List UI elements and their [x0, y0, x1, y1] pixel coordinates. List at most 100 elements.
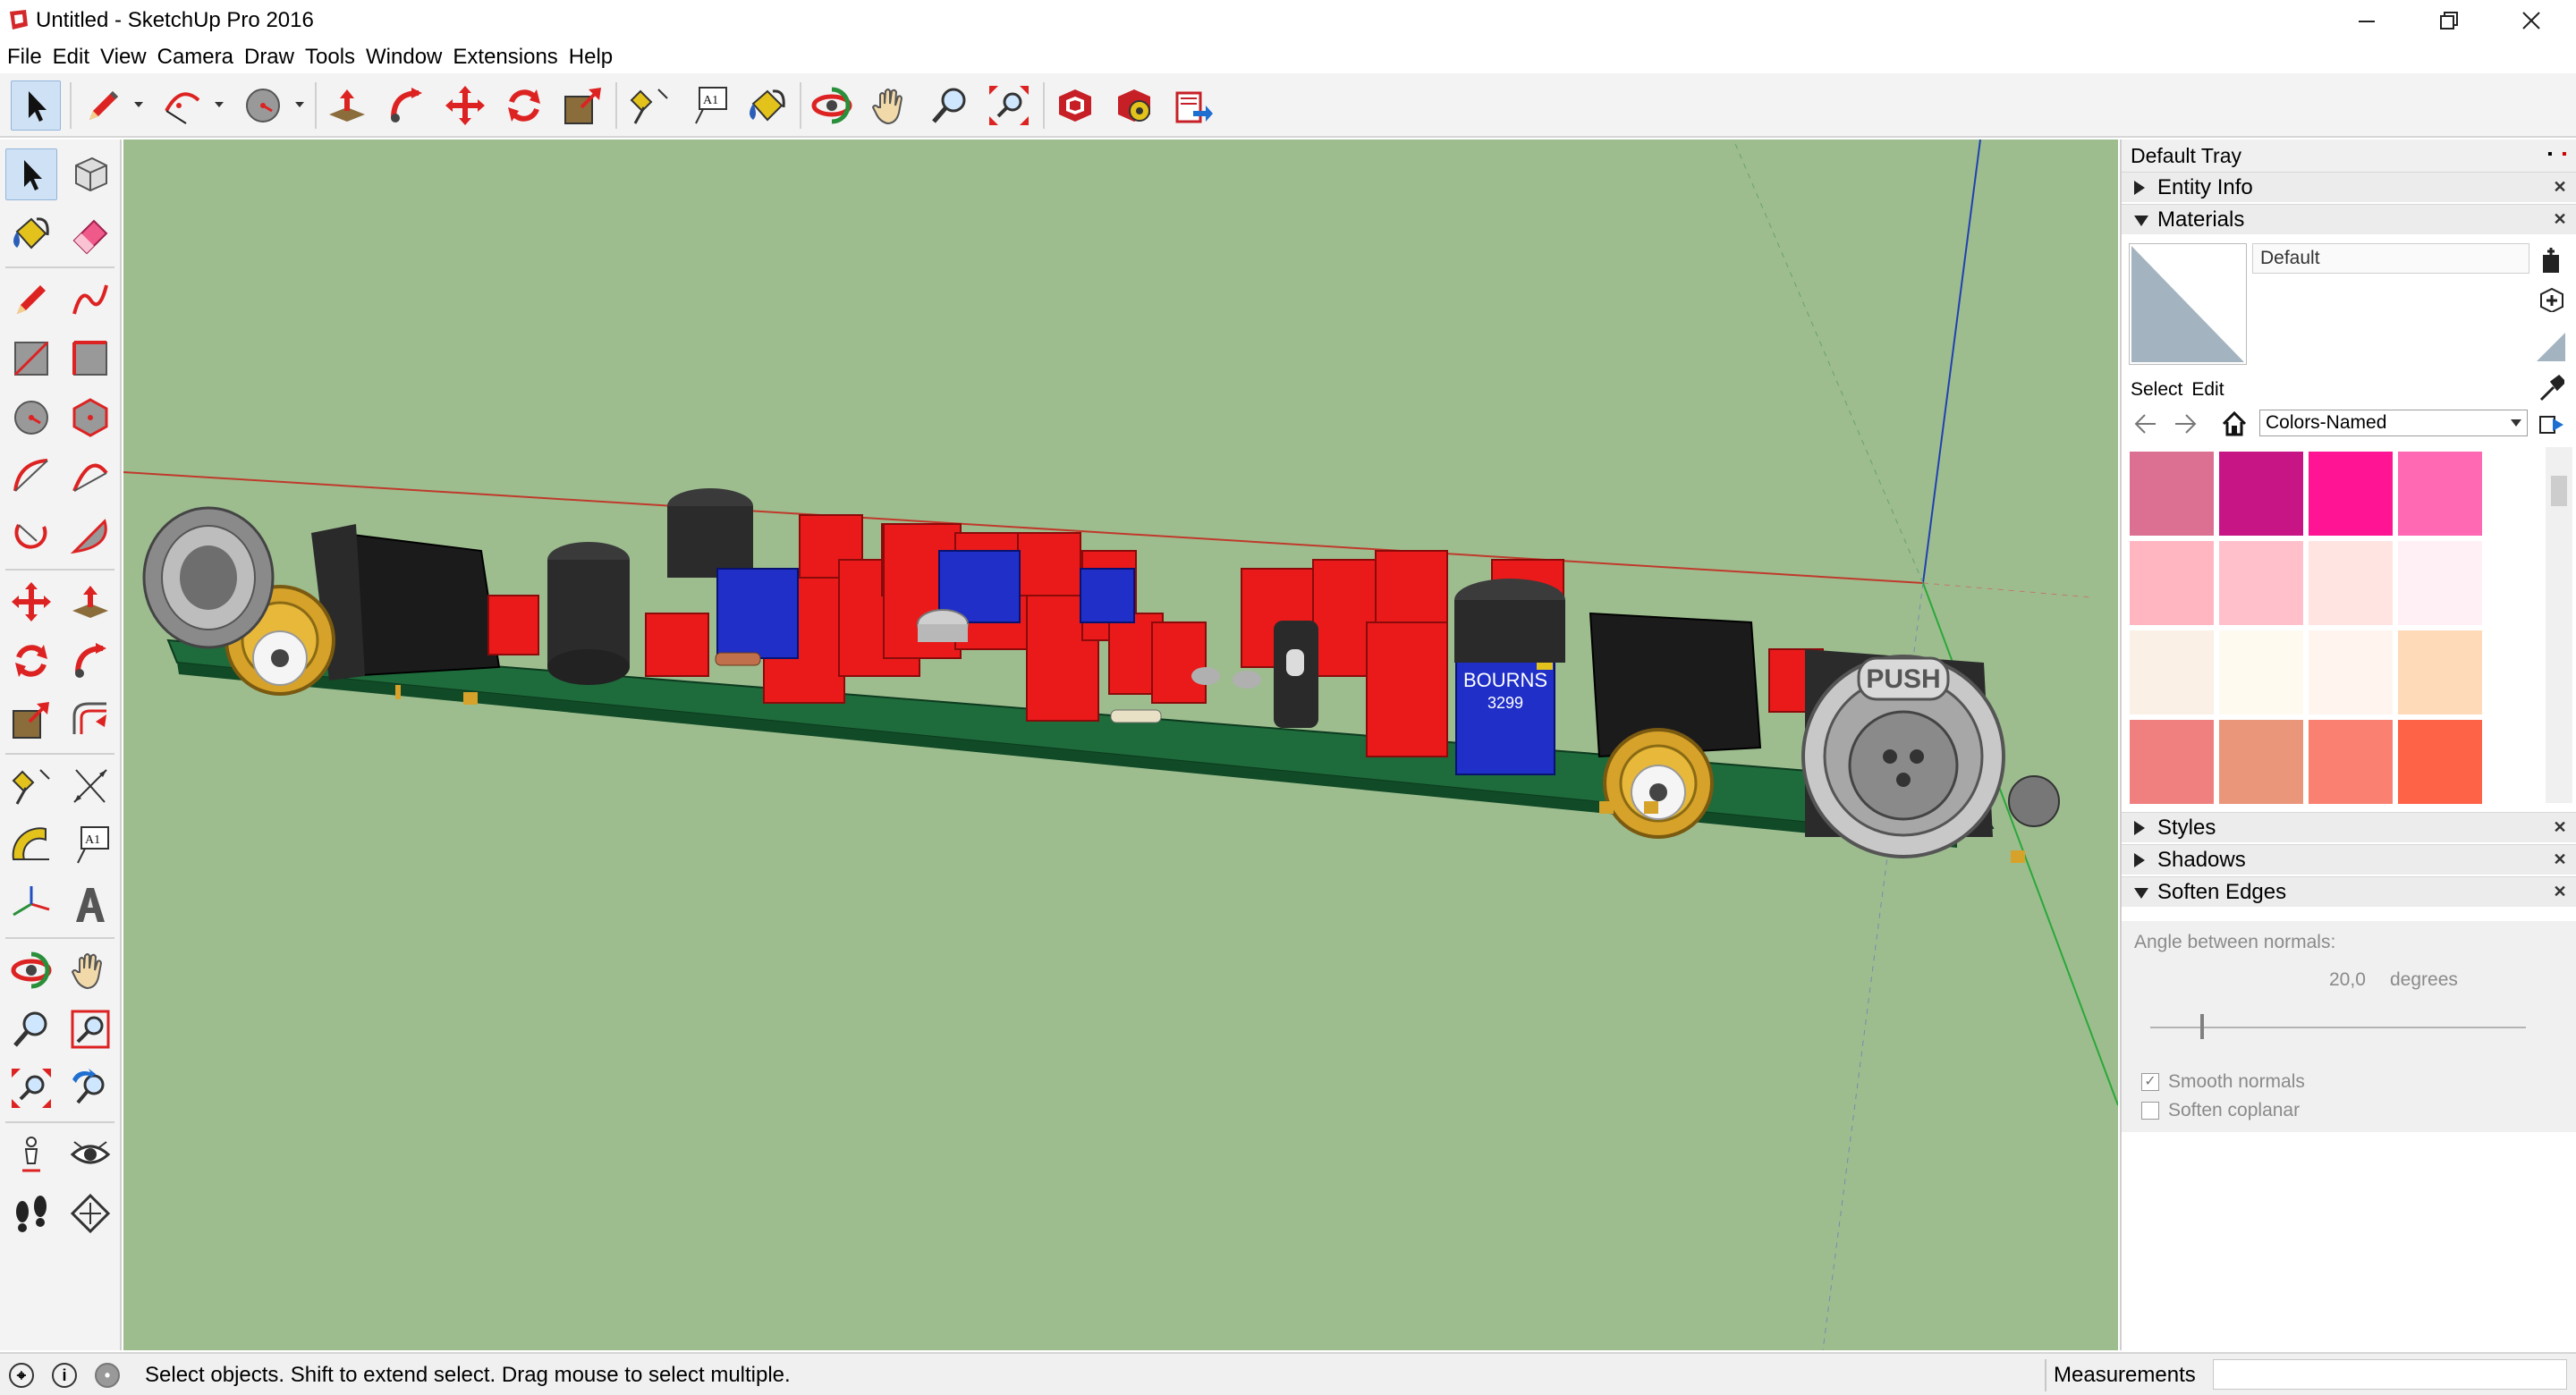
orbit-tool-button[interactable] [5, 944, 57, 996]
pin-icon[interactable]: ▪ [2547, 147, 2553, 163]
position-camera-tool-button[interactable] [5, 1129, 57, 1180]
menu-draw[interactable]: Draw [242, 41, 300, 73]
zoom-tool-button[interactable] [5, 1003, 57, 1055]
menu-camera[interactable]: Camera [156, 41, 239, 73]
push-pull-tool-button[interactable] [322, 80, 372, 131]
tape-measure-tool-button[interactable] [5, 760, 57, 812]
select-tool-button[interactable] [5, 148, 57, 200]
close-icon[interactable]: ✕ [2549, 208, 2571, 230]
circle-tool-button[interactable] [5, 392, 57, 444]
previous-view-button[interactable] [64, 1062, 116, 1114]
swatch-scrollbar[interactable] [2546, 447, 2572, 803]
soften-edges-panel-header[interactable]: Soften Edges ✕ [2122, 876, 2576, 907]
text-tool-button[interactable]: A1 [683, 80, 733, 131]
section-plane-tool-button[interactable] [64, 1188, 116, 1239]
text-tool-button[interactable]: A1 [64, 819, 116, 871]
forward-arrow-icon[interactable] [2174, 411, 2199, 436]
bourns-3299-trimmer[interactable]: BOURNS 3299 [1455, 654, 1555, 775]
entity-info-panel-header[interactable]: Entity Info ✕ [2122, 172, 2576, 202]
minimize-button[interactable] [2326, 0, 2408, 41]
3d-text-tool-button[interactable] [64, 878, 116, 930]
rotate-tool-button[interactable] [5, 635, 57, 687]
material-swatch[interactable] [2397, 540, 2483, 626]
send-to-layout-button[interactable] [1168, 80, 1218, 131]
electrolytic-capacitor-small[interactable] [667, 488, 753, 578]
material-swatch[interactable] [2129, 719, 2215, 805]
display-secondary-button[interactable] [2535, 245, 2567, 277]
move-tool-button[interactable] [5, 576, 57, 628]
scrollbar-thumb[interactable] [2551, 476, 2567, 506]
material-swatch[interactable] [2218, 540, 2304, 626]
arc-tool-button[interactable] [5, 451, 57, 503]
info-icon[interactable]: i [52, 1363, 77, 1388]
black-capacitor[interactable] [1274, 621, 1318, 728]
model-viewport[interactable]: BOURNS 3299 PUSH [123, 140, 2118, 1350]
circle-tool-button[interactable] [238, 80, 288, 131]
look-around-tool-button[interactable] [64, 1129, 116, 1180]
material-swatch[interactable] [2397, 451, 2483, 537]
3d-warehouse-button[interactable] [1050, 80, 1100, 131]
tape-measure-tool-button[interactable] [624, 80, 674, 131]
freehand-tool-button[interactable] [64, 274, 116, 326]
electrolytic-capacitor[interactable] [547, 542, 630, 685]
line-tool-button[interactable] [5, 274, 57, 326]
material-swatch[interactable] [2308, 540, 2394, 626]
inductor[interactable] [1454, 579, 1565, 663]
restore-button[interactable] [2408, 0, 2490, 41]
xlr-connector-left[interactable] [142, 506, 275, 649]
protractor-tool-button[interactable] [5, 819, 57, 871]
select-tool-button[interactable] [11, 80, 61, 131]
pan-tool-button[interactable] [866, 80, 916, 131]
chevron-down-icon[interactable] [213, 98, 225, 111]
materials-panel-header[interactable]: Materials ✕ [2122, 204, 2576, 234]
scale-tool-button[interactable] [558, 80, 608, 131]
user-icon[interactable]: • [95, 1363, 120, 1388]
arc-tool-button[interactable] [157, 80, 208, 131]
measurements-input[interactable] [2213, 1359, 2567, 1390]
material-swatch[interactable] [2308, 719, 2394, 805]
styles-panel-header[interactable]: Styles ✕ [2122, 812, 2576, 842]
menu-view[interactable]: View [98, 41, 152, 73]
menu-help[interactable]: Help [567, 41, 618, 73]
tab-select[interactable]: Select [2131, 379, 2182, 400]
offset-tool-button[interactable] [64, 694, 116, 746]
scale-tool-button[interactable] [5, 694, 57, 746]
tab-edit[interactable]: Edit [2191, 379, 2224, 400]
material-swatch[interactable] [2218, 630, 2304, 715]
chevron-down-icon[interactable] [132, 98, 145, 111]
material-swatch[interactable] [2308, 451, 2394, 537]
push-pull-tool-button[interactable] [64, 576, 116, 628]
walk-tool-button[interactable] [5, 1188, 57, 1239]
paint-bucket-tool-button[interactable] [742, 80, 792, 131]
material-swatch[interactable] [2397, 630, 2483, 715]
soften-coplanar-checkbox[interactable] [2141, 1102, 2159, 1120]
line-tool-button[interactable] [79, 80, 129, 131]
zoom-extents-tool-button[interactable] [984, 80, 1034, 131]
follow-me-tool-button[interactable] [381, 80, 431, 131]
close-icon[interactable]: ✕ [2549, 881, 2571, 902]
follow-me-tool-button[interactable] [64, 635, 116, 687]
orbit-tool-button[interactable] [807, 80, 857, 131]
make-component-button[interactable] [64, 148, 116, 200]
menu-tools[interactable]: Tools [303, 41, 360, 73]
rotated-rectangle-tool-button[interactable] [64, 333, 116, 385]
material-swatch[interactable] [2308, 630, 2394, 715]
angle-slider-thumb[interactable] [2200, 1014, 2204, 1039]
material-swatch[interactable] [2129, 540, 2215, 626]
polygon-tool-button[interactable] [64, 392, 116, 444]
material-swatch[interactable] [2129, 451, 2215, 537]
three-point-arc-tool-button[interactable] [5, 510, 57, 562]
two-point-arc-tool-button[interactable] [64, 451, 116, 503]
zoom-extents-tool-button[interactable] [5, 1062, 57, 1114]
pan-tool-button[interactable] [64, 944, 116, 996]
angle-slider-track[interactable] [2150, 1027, 2526, 1028]
zoom-tool-button[interactable] [925, 80, 975, 131]
menu-edit[interactable]: Edit [51, 41, 95, 73]
paint-bucket-tool-button[interactable] [5, 207, 57, 259]
close-icon[interactable]: ▪ [2562, 147, 2567, 163]
chevron-down-icon[interactable] [293, 98, 306, 111]
menu-extensions[interactable]: Extensions [451, 41, 563, 73]
smooth-normals-checkbox[interactable]: ✓ [2141, 1073, 2159, 1091]
create-material-button[interactable] [2535, 283, 2567, 315]
xlr-connector-right[interactable]: PUSH [1801, 649, 2060, 858]
